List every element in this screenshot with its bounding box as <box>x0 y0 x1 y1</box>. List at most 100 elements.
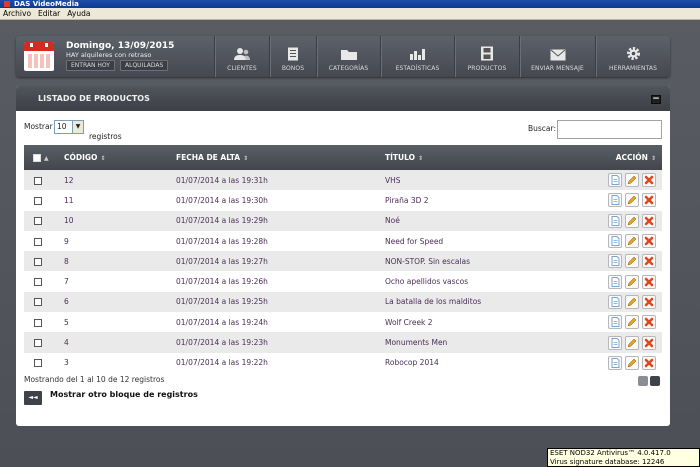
row-select-cell <box>24 170 64 191</box>
delete-icon[interactable] <box>642 234 656 249</box>
row-select-cell <box>24 291 64 313</box>
col-codigo[interactable]: CÓDIGO ⇕ <box>64 145 176 170</box>
select-all-header[interactable]: ▲ <box>24 145 64 170</box>
row-checkbox[interactable] <box>34 176 42 185</box>
view-icon[interactable] <box>608 193 622 208</box>
view-icon[interactable] <box>608 335 622 350</box>
edit-icon[interactable] <box>625 274 639 289</box>
collapse-button[interactable]: − <box>651 95 661 104</box>
document-icon <box>288 47 298 61</box>
page-size-select[interactable]: 10 ▼ <box>54 120 84 134</box>
table-row: 8 01/07/2014 a las 19:27h NON-STOP. Sin es… <box>24 251 662 272</box>
col-titulo[interactable]: TÍTULO ⇕ <box>385 145 595 170</box>
antivirus-line-2: Virus signature database: 12246 (2015091… <box>550 457 665 467</box>
panel-header: LISTADO DE PRODUCTOS − <box>16 86 670 111</box>
view-icon[interactable] <box>608 213 622 228</box>
row-checkbox[interactable] <box>34 217 42 226</box>
row-actions <box>595 210 662 231</box>
row-checkbox[interactable] <box>34 359 42 368</box>
delete-icon[interactable] <box>642 213 656 228</box>
row-actions <box>595 251 662 272</box>
col-accion[interactable]: ACCIÓN ⇕ <box>595 145 662 170</box>
nav-bonos[interactable]: BONOS <box>269 36 316 77</box>
row-code: 9 <box>64 230 176 252</box>
delete-icon[interactable] <box>642 173 656 188</box>
row-select-cell <box>24 312 64 333</box>
nav-estadisticas[interactable]: ESTADÍSTICAS <box>380 36 454 77</box>
view-icon[interactable] <box>608 173 622 188</box>
row-code: 10 <box>64 210 176 231</box>
delete-icon[interactable] <box>642 193 656 208</box>
row-select-cell <box>24 210 64 231</box>
row-title: Ocho apellidos vascos <box>385 271 595 292</box>
delete-icon[interactable] <box>642 335 656 350</box>
nav-categorias[interactable]: CATEGORÍAS <box>316 36 380 77</box>
row-actions <box>595 312 662 333</box>
edit-icon[interactable] <box>625 254 639 269</box>
menu-editar[interactable]: Editar <box>38 9 60 18</box>
table-row: 12 01/07/2014 a las 19:31h VHS <box>24 170 662 191</box>
view-icon[interactable] <box>608 315 622 330</box>
next-page-button[interactable] <box>650 376 660 386</box>
row-code: 4 <box>64 332 176 353</box>
chevron-down-icon[interactable]: ▼ <box>72 121 83 133</box>
table-row: 3 01/07/2014 a las 19:22h Robocop 2014 <box>24 352 662 373</box>
menu-archivo[interactable]: Archivo <box>3 9 31 18</box>
more-records-label[interactable]: Mostrar otro bloque de registros <box>50 390 198 399</box>
edit-icon[interactable] <box>625 315 639 330</box>
entran-hoy-button[interactable]: ENTRAN HOY <box>66 60 115 71</box>
select-all-checkbox[interactable] <box>33 154 41 162</box>
row-checkbox[interactable] <box>34 257 42 266</box>
view-icon[interactable] <box>608 274 622 289</box>
edit-icon[interactable] <box>625 193 639 208</box>
alquiladas-button[interactable]: ALQUILADAS <box>120 60 169 71</box>
view-icon[interactable] <box>608 254 622 269</box>
edit-icon[interactable] <box>625 173 639 188</box>
row-code: 11 <box>64 190 176 211</box>
menu-ayuda[interactable]: Ayuda <box>67 9 90 18</box>
nav-herramientas[interactable]: HERRAMIENTAS <box>595 36 670 77</box>
sort-icon: ⇕ <box>418 155 424 162</box>
view-icon[interactable] <box>608 294 622 309</box>
nav-productos[interactable]: PRODUCTOS <box>454 36 519 77</box>
row-checkbox[interactable] <box>34 298 42 307</box>
row-checkbox[interactable] <box>34 318 42 327</box>
row-checkbox[interactable] <box>34 278 42 287</box>
nav-label: BONOS <box>281 65 305 72</box>
delete-icon[interactable] <box>642 294 656 309</box>
row-select-cell <box>24 332 64 353</box>
pagination <box>638 376 660 386</box>
view-icon[interactable] <box>608 355 622 370</box>
more-records-button[interactable]: ◄◄ <box>24 391 42 405</box>
row-checkbox[interactable] <box>34 237 42 246</box>
nav-label: ENVIAR MENSAJE <box>531 65 584 72</box>
table-info: Mostrando del 1 al 10 de 12 registros <box>24 375 165 384</box>
main-nav: CLIENTES BONOS CATEGORÍAS ESTADÍSTICAS P… <box>214 36 670 77</box>
edit-icon[interactable] <box>625 335 639 350</box>
edit-icon[interactable] <box>625 234 639 249</box>
nav-label: CATEGORÍAS <box>328 65 369 72</box>
edit-icon[interactable] <box>625 294 639 309</box>
edit-icon[interactable] <box>625 213 639 228</box>
row-code: 7 <box>64 271 176 292</box>
view-icon[interactable] <box>608 234 622 249</box>
row-date: 01/07/2014 a las 19:26h <box>176 271 385 292</box>
row-code: 8 <box>64 251 176 272</box>
prev-page-button[interactable] <box>638 376 648 386</box>
delete-icon[interactable] <box>642 355 656 370</box>
row-code: 3 <box>64 352 176 373</box>
nav-enviar-mensaje[interactable]: ENVIAR MENSAJE <box>519 36 595 77</box>
delete-icon[interactable] <box>642 315 656 330</box>
more-records: ◄◄ Mostrar otro bloque de registros <box>24 390 198 405</box>
nav-clientes[interactable]: CLIENTES <box>214 36 269 77</box>
row-date: 01/07/2014 a las 19:22h <box>176 352 385 373</box>
col-fecha-alta[interactable]: FECHA DE ALTA ⇕ <box>176 145 385 170</box>
row-title: Noé <box>385 210 595 231</box>
row-checkbox[interactable] <box>34 196 42 205</box>
users-icon <box>234 48 250 60</box>
delete-icon[interactable] <box>642 274 656 289</box>
search-input[interactable] <box>557 120 662 139</box>
row-checkbox[interactable] <box>34 339 42 348</box>
edit-icon[interactable] <box>625 355 639 370</box>
delete-icon[interactable] <box>642 254 656 269</box>
